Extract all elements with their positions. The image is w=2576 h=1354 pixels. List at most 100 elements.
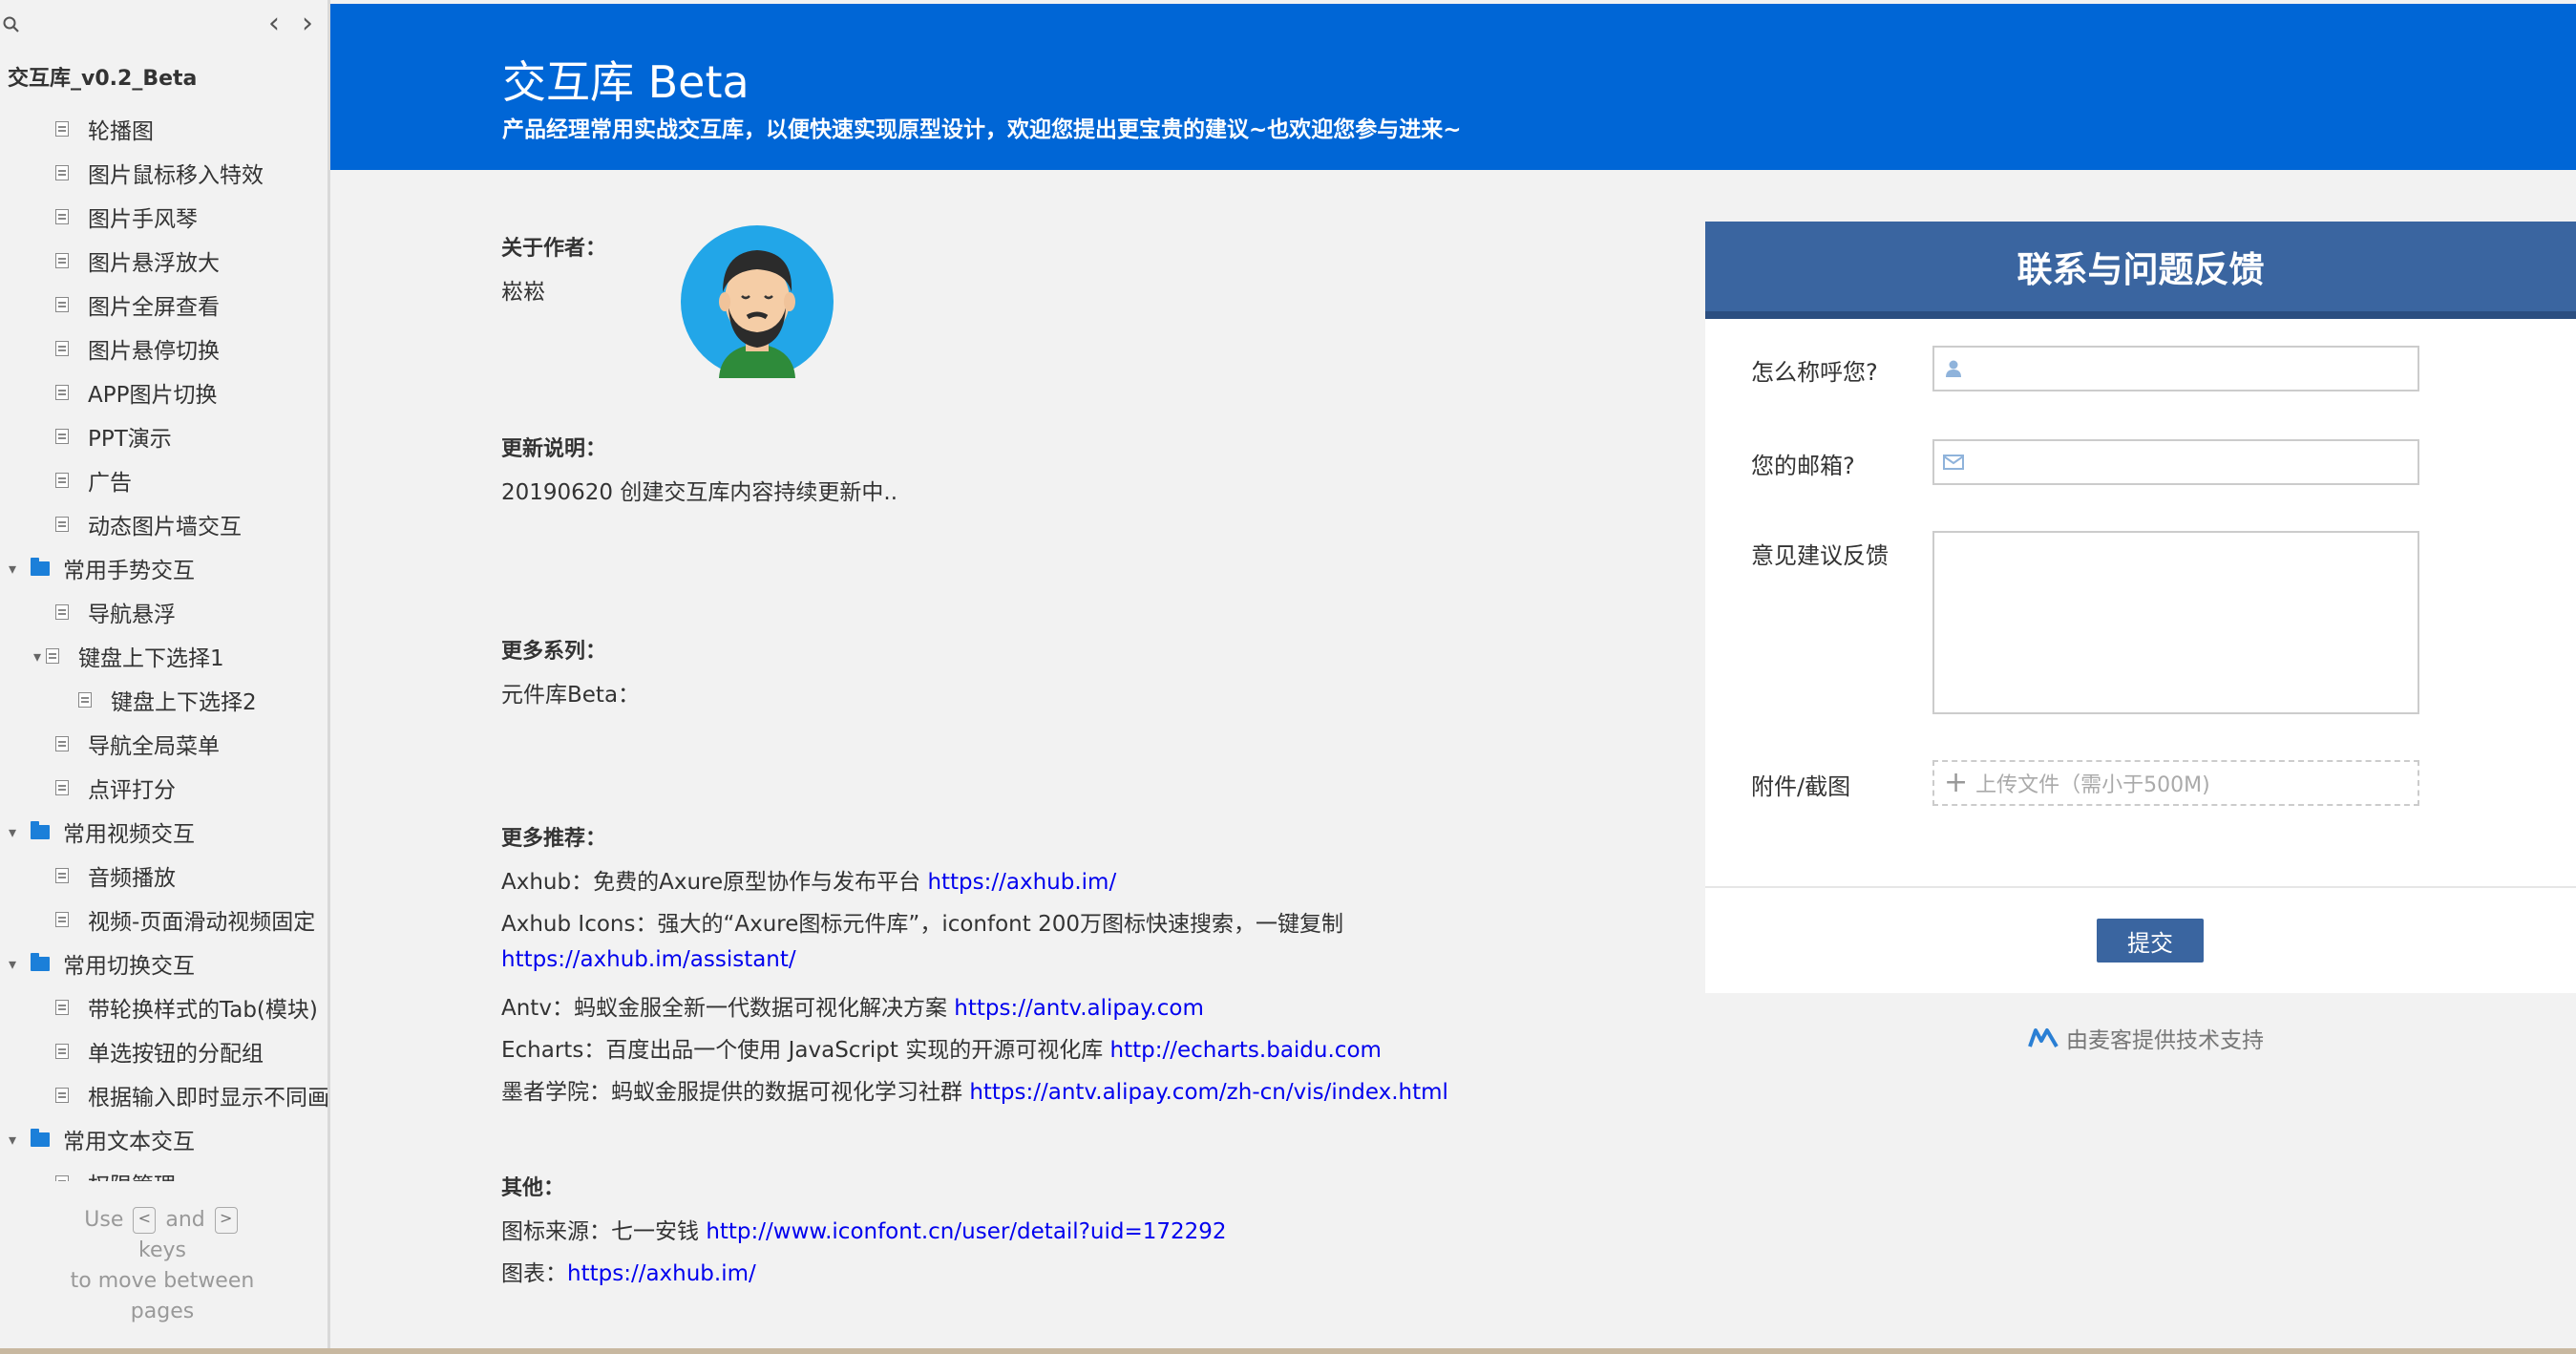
sidebar-item[interactable]: 视频-页面滑动视频固定 <box>0 898 327 941</box>
right-key-icon: > <box>214 1207 238 1234</box>
sidebar-item[interactable]: 音频播放 <box>0 854 327 898</box>
other-label: 其他： <box>501 1176 565 1200</box>
folder-icon <box>31 557 50 576</box>
page-icon <box>55 1000 69 1015</box>
tree-toggle-icon[interactable]: ▾ <box>4 560 21 578</box>
email-field[interactable] <box>1932 439 2419 485</box>
sidebar-item[interactable]: PPT演示 <box>0 414 327 458</box>
tree-toggle-icon[interactable]: ▾ <box>4 1131 21 1149</box>
page-icon <box>55 517 69 532</box>
info-line: 图表：https://axhub.im/ <box>501 1255 756 1287</box>
powered-by[interactable]: 由麦客提供技术支持 <box>2028 1022 2264 1054</box>
page-icon <box>55 253 69 268</box>
sidebar-item-label: 图片悬浮放大 <box>88 251 220 276</box>
sidebar-item-label: 动态图片墙交互 <box>88 515 242 539</box>
info-link[interactable]: http://www.iconfont.cn/user/detail?uid=1… <box>706 1219 1226 1244</box>
name-field[interactable] <box>1932 346 2419 391</box>
sidebar-item-label: 图片鼠标移入特效 <box>88 163 264 188</box>
info-link[interactable]: https://axhub.im/assistant/ <box>501 947 796 972</box>
page-icon <box>55 1088 69 1103</box>
sidebar-item[interactable]: 导航全局菜单 <box>0 722 327 766</box>
page-icon <box>78 692 92 708</box>
sidebar-item[interactable]: 广告 <box>0 458 327 502</box>
previous-page-button[interactable]: ‹ <box>258 10 290 42</box>
sidebar-item[interactable]: ▾ 键盘上下选择1 <box>0 634 327 678</box>
bottom-strip <box>0 1348 2576 1354</box>
plus-icon: + <box>1944 766 1969 799</box>
sidebar-item[interactable]: 带轮换样式的Tab(模块) <box>0 985 327 1029</box>
page-icon <box>55 868 69 883</box>
upload-file-button[interactable]: + 上传文件（需小于500M) <box>1932 760 2419 806</box>
folder-icon <box>31 952 50 971</box>
sidebar-item-label: 常用切换交互 <box>63 954 195 979</box>
series-label: 更多系列： <box>501 640 607 664</box>
sidebar-folder[interactable]: ▾ 常用手势交互 <box>0 546 327 590</box>
name-input[interactable] <box>1973 349 2418 389</box>
info-text: Antv：蚂蚁金服全新一代数据可视化解决方案 <box>501 996 955 1021</box>
info-link[interactable]: https://axhub.im/ <box>927 870 1116 895</box>
sidebar-item[interactable]: 图片手风琴 <box>0 195 327 239</box>
info-link[interactable]: http://echarts.baidu.com <box>1110 1038 1382 1063</box>
update-text: 20190620 创建交互库内容持续更新中.. <box>501 480 897 505</box>
tree-toggle-icon[interactable]: ▾ <box>4 823 21 841</box>
folder-icon <box>31 820 50 839</box>
tree-toggle-icon[interactable]: ▾ <box>4 955 21 973</box>
main-content: 关于作者： 崧崧 更新说明： 20190620 创建交互库内容持续更新中.. 更… <box>501 0 1647 1354</box>
page-icon <box>55 736 69 751</box>
sidebar-item-label: 常用手势交互 <box>63 559 195 583</box>
page-icon <box>55 912 69 927</box>
sidebar-item-label: 图片手风琴 <box>88 207 198 232</box>
page-icon <box>55 473 69 488</box>
sidebar-item[interactable]: 图片悬浮放大 <box>0 239 327 283</box>
page-icon <box>55 1175 69 1181</box>
sidebar-item-label: 权限管理 <box>88 1167 176 1181</box>
info-text: 图标来源：七一安钱 <box>501 1219 707 1244</box>
sidebar-folder[interactable]: ▾ 常用切换交互 <box>0 941 327 985</box>
search-icon[interactable] <box>2 15 23 36</box>
update-label: 更新说明： <box>501 437 607 461</box>
sidebar-item[interactable]: 导航悬浮 <box>0 590 327 634</box>
page-icon <box>55 1044 69 1059</box>
sidebar-item-label: 根据输入即时显示不同画 <box>88 1086 327 1111</box>
sidebar-folder[interactable]: ▾ 常用文本交互 <box>0 1117 327 1161</box>
sidebar-item[interactable]: 图片全屏查看 <box>0 283 327 327</box>
sidebar-item[interactable]: 动态图片墙交互 <box>0 502 327 546</box>
help-and: and <box>165 1208 205 1232</box>
sidebar-item-label: 广告 <box>88 471 132 496</box>
info-line: Axhub：免费的Axure原型协作与发布平台 https://axhub.im… <box>501 863 1116 896</box>
help-use: Use <box>84 1208 124 1232</box>
sidebar-item[interactable]: 根据输入即时显示不同画 <box>0 1073 327 1117</box>
info-link[interactable]: https://axhub.im/ <box>567 1261 756 1286</box>
sidebar-item-label: 常用视频交互 <box>63 822 195 847</box>
mikecrm-logo-icon <box>2028 1028 2059 1048</box>
feedback-form: 联系与问题反馈 怎么称呼您? 您的邮箱? 意见建议反馈 附件/截图 + 上传文件… <box>1705 222 2576 993</box>
page-icon <box>55 429 69 444</box>
sidebar-item-label: 音频播放 <box>88 866 176 891</box>
submit-button[interactable]: 提交 <box>2097 919 2204 963</box>
sidebar-item[interactable]: 单选按钮的分配组 <box>0 1029 327 1073</box>
feedback-textarea[interactable] <box>1932 531 2419 714</box>
sidebar-folder[interactable]: ▾ 常用视频交互 <box>0 810 327 854</box>
next-page-button[interactable]: › <box>291 10 324 42</box>
sidebar-item[interactable]: APP图片切换 <box>0 370 327 414</box>
info-text: 墨者学院：蚂蚁金服提供的数据可视化学习社群 <box>501 1080 970 1105</box>
email-input[interactable] <box>1973 442 2418 482</box>
sidebar-item[interactable]: 图片悬停切换 <box>0 327 327 370</box>
series-text: 元件库Beta： <box>501 683 641 708</box>
sidebar-item[interactable]: 图片鼠标移入特效 <box>0 151 327 195</box>
tree-toggle-icon[interactable]: ▾ <box>29 647 46 666</box>
info-link[interactable]: https://antv.alipay.com/zh-cn/vis/index.… <box>969 1080 1448 1105</box>
info-text: Axhub：免费的Axure原型协作与发布平台 <box>501 870 928 895</box>
info-line: https://axhub.im/assistant/ <box>501 947 796 972</box>
sidebar-item[interactable]: 轮播图 <box>0 107 327 151</box>
project-title: 交互库_v0.2_Beta <box>8 67 198 91</box>
upload-text: 上传文件（需小于500M) <box>1975 773 2210 797</box>
sidebar: ‹ › 交互库_v0.2_Beta 轮播图图片鼠标移入特效 图片手风琴图片悬浮放大… <box>0 0 330 1348</box>
sidebar-item[interactable]: 键盘上下选择2 <box>0 678 327 722</box>
sidebar-item[interactable]: 点评打分 <box>0 766 327 810</box>
info-link[interactable]: https://antv.alipay.com <box>954 996 1204 1021</box>
page-icon <box>55 209 69 224</box>
sidebar-item-label: 常用文本交互 <box>63 1130 195 1154</box>
sidebar-item-label: 图片全屏查看 <box>88 295 220 320</box>
sidebar-item[interactable]: 权限管理 <box>0 1161 327 1181</box>
